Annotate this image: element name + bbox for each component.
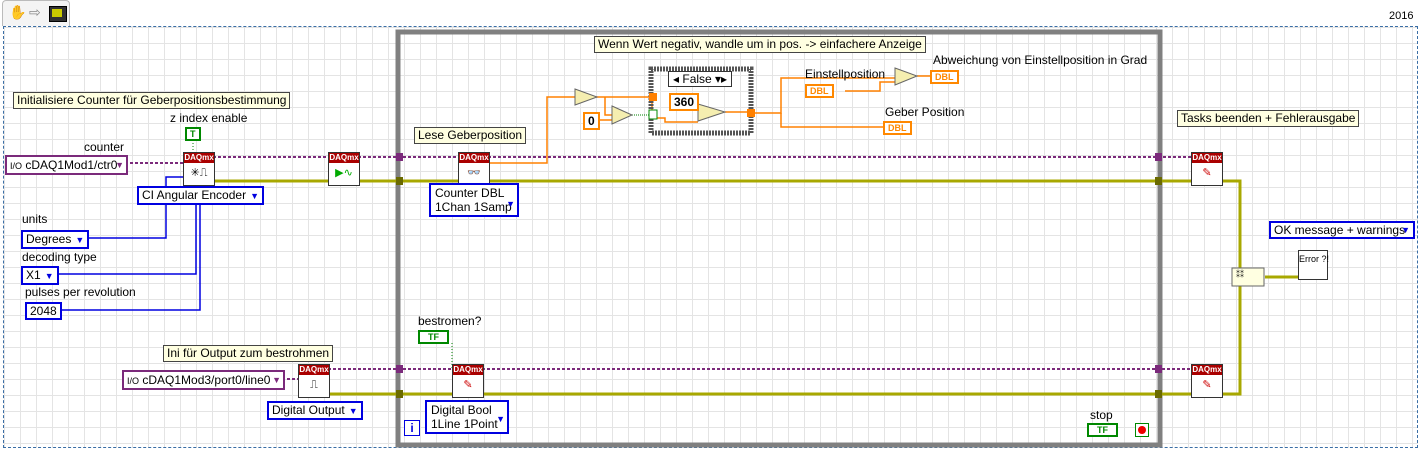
daqmx-start-task[interactable]: DAQmx ▶∿ [328, 152, 360, 186]
eraser-icon: ✎ [1202, 167, 1212, 179]
chevron-down-icon[interactable]: ▼ [496, 412, 505, 426]
error-msg-ring[interactable]: OK message + warnings ▼ [1269, 221, 1415, 239]
eraser-icon: ✎ [1202, 379, 1212, 391]
daqmx-write[interactable]: DAQmx ✎ [452, 364, 484, 398]
chevron-down-icon[interactable]: ▼ [250, 191, 259, 201]
create-channel-icon: ✳⎍ [190, 167, 208, 179]
chevron-down-icon[interactable]: ▼ [1401, 223, 1410, 237]
output-line-control[interactable]: I/O cDAQ1Mod3/port0/line0 ▼ [122, 370, 285, 390]
chevron-down-icon[interactable]: ▼ [75, 235, 84, 245]
counter-value: cDAQ1Mod1/ctr0 [25, 158, 118, 172]
z-index-label: z index enable [170, 111, 248, 125]
daqmx-read[interactable]: DAQmx 👓 [458, 152, 490, 186]
ci-type-ring[interactable]: CI Angular Encoder ▼ [137, 186, 264, 205]
units-ring[interactable]: Degrees ▼ [21, 230, 90, 249]
einstellposition-label: Einstellposition [805, 67, 886, 81]
subtract-node [894, 67, 919, 86]
write-pencil-icon: ✎ [463, 379, 473, 391]
io-icon: I/O [10, 161, 23, 171]
write-type-ring[interactable]: Digital Bool 1Line 1Point ▼ [425, 400, 509, 434]
daqmx-clear-task-top[interactable]: DAQmx ✎ [1191, 152, 1223, 186]
units-label: units [22, 212, 48, 226]
case-selector[interactable]: ◂ False ▾▸ [668, 71, 733, 87]
decoding-type-ring[interactable]: X1 ▼ [21, 266, 59, 285]
daqmx-create-channel[interactable]: DAQmx ✳⎍ [183, 152, 215, 186]
stop-control[interactable]: TF [1087, 423, 1118, 437]
zero-constant[interactable]: 0 [583, 112, 600, 130]
geber-position-indicator: DBL [883, 121, 912, 135]
greater-equal-node [611, 105, 634, 125]
daqmx-clear-task-bottom[interactable]: DAQmx ✎ [1191, 364, 1223, 398]
error-handler-icon: Error ?! [1299, 254, 1330, 264]
einstellposition-control[interactable]: DBL [805, 84, 834, 98]
abweichung-label: Abweichung von Einstellposition in Grad [933, 53, 1148, 67]
io-icon: I/O [127, 376, 140, 386]
chevron-down-icon[interactable]: ▼ [45, 271, 54, 281]
read-glasses-icon: 👓 [467, 167, 481, 179]
comment-negative: Wenn Wert negativ, wandle um in pos. -> … [594, 36, 926, 53]
simple-error-handler[interactable]: Error ?! [1298, 250, 1330, 280]
z-index-constant[interactable]: T [185, 127, 201, 141]
comment-read-position: Lese Geberposition [414, 127, 527, 144]
geber-position-label: Geber Position [885, 105, 965, 119]
counter-control[interactable]: I/O cDAQ1Mod1/ctr0 ▼ [5, 155, 128, 175]
chevron-down-icon[interactable]: ▼ [506, 197, 515, 211]
counter-label: counter [84, 140, 125, 154]
chevron-down-icon[interactable]: ▼ [272, 372, 281, 388]
iteration-terminal: i [404, 420, 420, 436]
create-channel-icon: ⎍ [310, 379, 318, 391]
chevron-down-icon[interactable]: ▼ [115, 157, 124, 173]
constant-360[interactable]: 360 [669, 93, 700, 111]
comment-tasks-end: Tasks beenden + Fehlerausgabe [1177, 110, 1360, 127]
bestromen-label: bestromen? [418, 314, 482, 328]
daqmx-create-channel-do[interactable]: DAQmx ⎍ [298, 364, 330, 398]
add-node [697, 103, 727, 122]
bestromen-control[interactable]: TF [418, 330, 449, 344]
comment-init-counter: Initialisiere Counter für Geberpositions… [13, 92, 291, 109]
stop-condition-icon [1135, 423, 1149, 437]
abs-node [574, 88, 599, 106]
while-loop [395, 29, 1163, 448]
pulses-label: pulses per revolution [25, 285, 136, 299]
output-type-ring[interactable]: Digital Output ▼ [267, 401, 363, 420]
abweichung-indicator: DBL [930, 70, 959, 84]
decoding-type-label: decoding type [22, 250, 97, 264]
start-icon: ▶∿ [335, 167, 353, 179]
comment-ini-output: Ini für Output zum bestrohmen [163, 345, 334, 362]
stop-label: stop [1090, 408, 1113, 422]
chevron-down-icon[interactable]: ▼ [349, 406, 358, 416]
output-line-value: cDAQ1Mod3/port0/line0 [142, 373, 271, 387]
pulses-constant[interactable]: 2048 [25, 302, 62, 320]
merge-errors-icon: ⁑⁑ [1236, 270, 1244, 279]
read-type-ring[interactable]: Counter DBL 1Chan 1Samp ▼ [429, 183, 519, 217]
